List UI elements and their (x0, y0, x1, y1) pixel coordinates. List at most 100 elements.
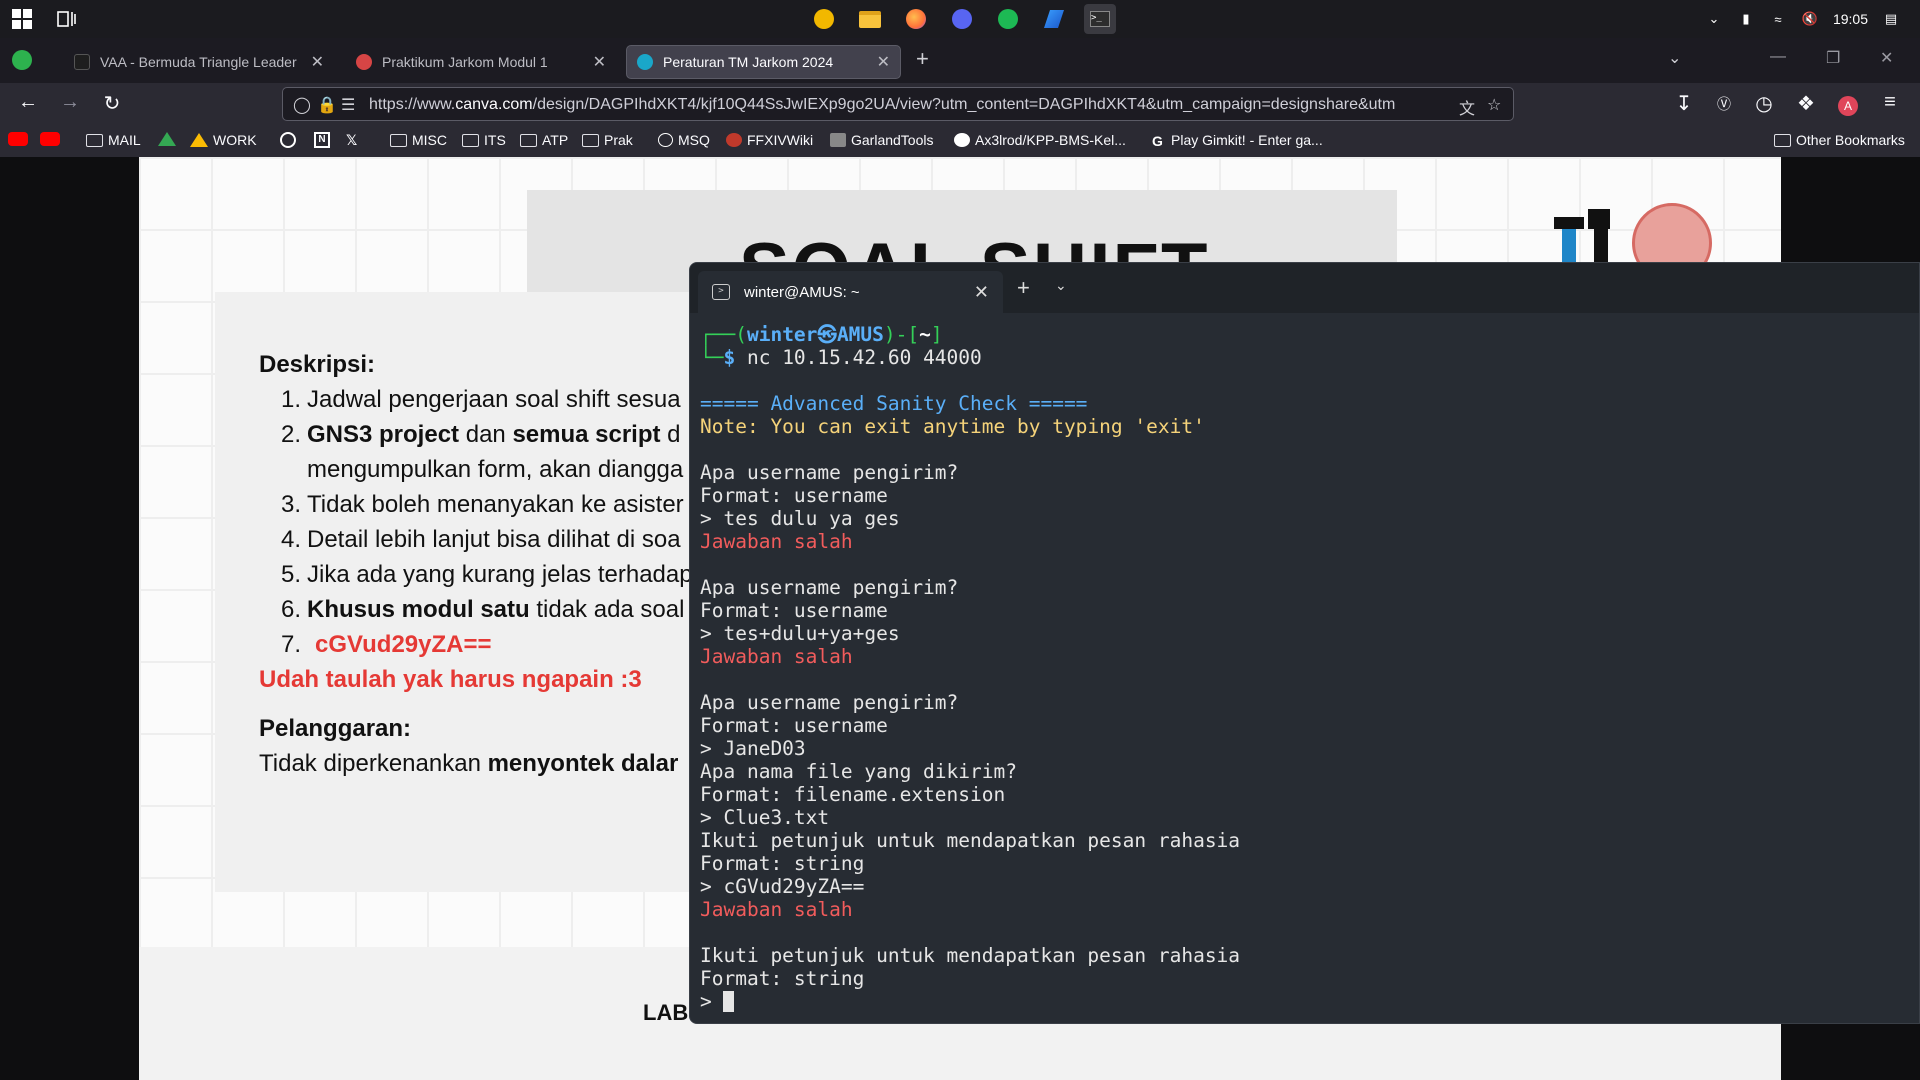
folder-icon (1774, 133, 1791, 147)
tab-peraturan[interactable]: Peraturan TM Jarkom 2024 ✕ (626, 45, 901, 79)
list-text: Jadwal pengerjaan soal shift sesua (307, 386, 681, 413)
url-bar[interactable]: ◯ 🔒 ☰ https://www.canva.com/design/DAGPI… (282, 87, 1514, 121)
bookmark-gimkit[interactable]: G Play Gimkit! - Enter ga... (1152, 132, 1323, 149)
taskbar-firefox-icon[interactable] (900, 4, 932, 34)
list-number: 1. (281, 386, 302, 413)
taskbar-app-blue-icon[interactable] (1038, 4, 1070, 34)
bookmark-label: Other Bookmarks (1796, 132, 1905, 148)
close-tab-icon[interactable]: ✕ (877, 52, 890, 72)
chevron-down-icon[interactable]: ⌄ (1055, 277, 1067, 294)
list-tabs-icon[interactable]: ⌄ (1668, 48, 1681, 68)
bookmark-other[interactable]: Other Bookmarks (1774, 132, 1905, 148)
close-tab-icon[interactable]: ✕ (311, 52, 324, 72)
bookmark-its[interactable]: ITS (462, 132, 506, 148)
wifi-icon[interactable]: ≈ (1769, 11, 1787, 27)
lock-icon[interactable]: 🔒 (317, 95, 337, 115)
url-text[interactable]: https://www.canva.com/design/DAGPIhdXKT4… (369, 96, 1449, 114)
folder-icon (390, 133, 407, 147)
terminal-tab[interactable]: > winter@AMUS: ~ ✕ (698, 271, 1003, 313)
new-terminal-tab-icon[interactable]: + (1017, 275, 1030, 301)
windows-start-icon[interactable] (12, 9, 32, 29)
downloads-icon[interactable]: ↧ (1670, 91, 1698, 116)
tracking-shield-icon[interactable]: ◯ (293, 95, 311, 115)
input-prompt: > (700, 990, 724, 1013)
text-cursor (723, 991, 735, 1012)
youtube-music-bookmark-icon[interactable] (40, 132, 60, 146)
chevron-up-icon[interactable]: ⌄ (1705, 11, 1723, 27)
tab-favicon-icon (637, 54, 653, 70)
drive-bookmark-icon[interactable] (158, 132, 176, 146)
bookmark-ffxivwiki[interactable]: FFXIVWiki (726, 132, 813, 148)
bookmark-label: Play Gimkit! - Enter ga... (1171, 132, 1323, 148)
question-secret: Ikuti petunjuk untuk mendapatkan pesan r… (700, 829, 1241, 852)
minimize-icon[interactable]: — (1770, 48, 1786, 66)
taskbar-terminal-icon[interactable]: >_ (1084, 4, 1116, 34)
google-icon: G (1152, 133, 1163, 149)
format-filename: Format: filename.extension (700, 783, 1006, 806)
format-username: Format: username (700, 714, 888, 737)
account-avatar[interactable]: A (1834, 93, 1862, 116)
format-secret: Format: string (700, 967, 865, 990)
wrong-answer: Jawaban salah (700, 530, 853, 553)
taskbar-discord-icon[interactable] (946, 4, 978, 34)
extensions-icon[interactable]: ❖ (1792, 91, 1820, 116)
tab-favicon-icon (356, 54, 372, 70)
tab-praktikum[interactable]: Praktikum Jarkom Modul 1 ✕ (346, 45, 616, 79)
extension-w-icon[interactable]: Ⓥ (1710, 94, 1738, 114)
folder-icon (582, 133, 599, 147)
profile-icon[interactable] (12, 50, 32, 70)
bookmark-label: Ax3lrod/KPP-BMS-Kel... (975, 132, 1126, 148)
terminal-window[interactable]: > winter@AMUS: ~ ✕ + ⌄ ┌──(winter㉿AMUS)-… (689, 262, 1920, 1024)
task-view-icon[interactable] (55, 8, 77, 30)
tab-favicon-icon (74, 54, 90, 70)
new-tab-icon[interactable]: + (916, 46, 929, 72)
list-number: 7. (281, 631, 302, 658)
battery-icon[interactable]: ▮ (1737, 11, 1755, 27)
bookmark-atp[interactable]: ATP (520, 132, 568, 148)
bookmark-garlandtools[interactable]: GarlandTools (830, 132, 934, 148)
bookmark-mail[interactable]: MAIL (86, 132, 141, 148)
bookmark-github[interactable]: Ax3lrod/KPP-BMS-Kel... (954, 132, 1126, 148)
restore-icon[interactable]: ❐ (1826, 48, 1840, 68)
bookmark-star-icon[interactable]: ☆ (1487, 95, 1501, 115)
taskbar-spotify-icon[interactable] (992, 4, 1024, 34)
clock-time[interactable]: 19:05 (1833, 11, 1868, 27)
format-secret: Format: string (700, 852, 865, 875)
list-text: Jika ada yang kurang jelas terhadap (307, 561, 693, 588)
volume-muted-icon[interactable]: 🔇 (1801, 11, 1819, 27)
list-text: cGVud29yZA== (315, 631, 492, 658)
tab-title: Praktikum Jarkom Modul 1 (382, 54, 548, 70)
close-tab-icon[interactable]: ✕ (593, 52, 606, 72)
reload-icon[interactable]: ↻ (98, 91, 126, 116)
forward-icon[interactable]: → (56, 91, 84, 114)
input-line[interactable]: > (700, 990, 1910, 1013)
terminal-output[interactable]: ┌──(winter㉿AMUS)-[~] └─$ nc 10.15.42.60 4… (700, 323, 1910, 1013)
permissions-icon[interactable]: ☰ (341, 95, 355, 115)
close-window-icon[interactable]: ✕ (1880, 48, 1893, 68)
terminal-titlebar: > winter@AMUS: ~ ✕ + ⌄ (690, 263, 1919, 313)
close-tab-icon[interactable]: ✕ (974, 282, 989, 303)
list-number (281, 452, 307, 487)
notification-icon[interactable]: ▤ (1882, 11, 1900, 27)
taskbar-app-security-icon[interactable] (808, 4, 840, 34)
bookmark-msq[interactable]: MSQ (658, 132, 710, 148)
bookmark-misc[interactable]: MISC (390, 132, 447, 148)
tab-vaa[interactable]: VAA - Bermuda Triangle Leader ✕ (64, 45, 334, 79)
notion-bookmark-icon[interactable]: N (314, 132, 330, 148)
question-username: Apa username pengirim? (700, 691, 959, 714)
menu-icon[interactable]: ≡ (1876, 91, 1904, 114)
translate-icon[interactable]: 文 (1459, 95, 1475, 119)
history-icon[interactable]: ◷ (1750, 91, 1778, 116)
whatsapp-bookmark-icon[interactable] (280, 132, 296, 148)
bookmark-work[interactable]: WORK (190, 132, 257, 148)
back-icon[interactable]: ← (14, 91, 42, 114)
violation-bold: menyontek dalar (487, 750, 679, 777)
youtube-bookmark-icon[interactable] (8, 132, 28, 146)
violation-pre: Tidak diperkenankan (259, 750, 488, 777)
bookmark-label: MSQ (678, 132, 710, 148)
bookmark-label: WORK (213, 132, 257, 148)
wrong-answer: Jawaban salah (700, 645, 853, 668)
bookmark-prak[interactable]: Prak (582, 132, 633, 148)
x-bookmark-icon[interactable]: 𝕏 (346, 132, 357, 149)
taskbar-file-explorer-icon[interactable] (854, 4, 886, 34)
